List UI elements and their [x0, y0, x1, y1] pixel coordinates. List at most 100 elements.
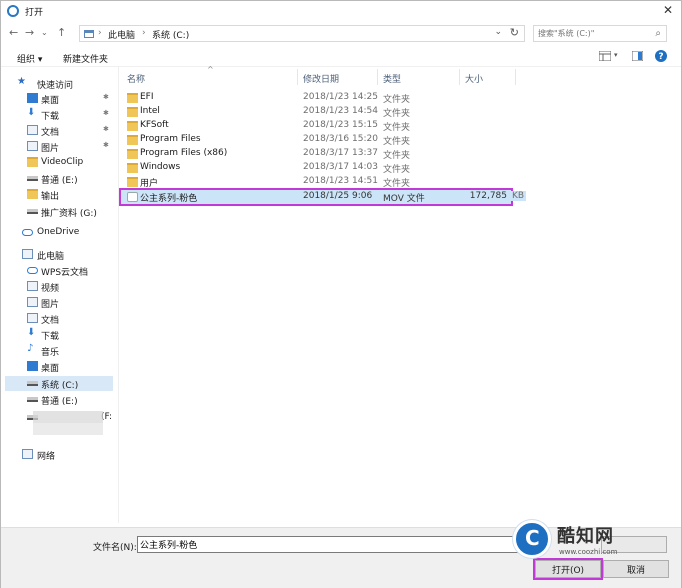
- breadcrumb-separator[interactable]: ›: [98, 28, 102, 38]
- column-header-size[interactable]: 大小: [465, 72, 483, 85]
- nav-label: 桌面: [41, 96, 60, 106]
- column-header-date[interactable]: 修改日期: [303, 72, 339, 85]
- column-separator[interactable]: [377, 69, 378, 85]
- nav-quick-access[interactable]: ★ 快速访问: [5, 76, 113, 91]
- watermark-url: www.coozhi.com: [559, 548, 618, 556]
- pin-icon[interactable]: ✱: [103, 125, 109, 133]
- folder-icon: [127, 107, 138, 117]
- filename-input[interactable]: [137, 536, 529, 553]
- filename-label: 文件名(N):: [93, 543, 137, 553]
- pictures-icon: [27, 297, 38, 307]
- file-name: Windows: [140, 162, 181, 172]
- table-row[interactable]: Windows 2018/3/17 14:03 文件夹: [121, 161, 511, 175]
- navigation-pane: ★ 快速访问 桌面 ✱ ⬇ 下载 ✱ 文档 ✱ 图片 ✱ VideoClip 普…: [5, 71, 113, 521]
- nav-network[interactable]: 网络: [5, 447, 113, 462]
- file-size-unit: KB: [510, 191, 527, 201]
- svg-text:?: ?: [658, 52, 663, 62]
- nav-wps-cloud[interactable]: WPS云文档: [5, 263, 113, 278]
- nav-drive-c[interactable]: 系统 (C:): [5, 376, 113, 391]
- file-type: 文件夹: [383, 179, 411, 189]
- nav-this-pc[interactable]: 此电脑: [5, 247, 113, 262]
- file-type: 文件夹: [383, 137, 411, 147]
- nav-downloads[interactable]: ⬇ 下载 ✱: [5, 107, 113, 122]
- open-file-dialog: 打开 ✕ ← → ⌄ ↑ › 此电脑 › 系统 (C:) ⌄ ↻ ⌕ 组织 ▾ …: [0, 0, 682, 588]
- nav-onedrive[interactable]: OneDrive: [5, 225, 113, 240]
- breadcrumb-drive-c[interactable]: 系统 (C:): [152, 28, 189, 41]
- column-header-name[interactable]: 名称: [127, 72, 145, 85]
- file-date: 2018/3/17 13:37: [303, 148, 378, 158]
- nav-drive-e[interactable]: 普通 (E:): [5, 171, 113, 186]
- nav-label: 下载: [41, 112, 60, 122]
- back-arrow-icon[interactable]: ←: [9, 26, 18, 39]
- table-row[interactable]: Program Files 2018/3/16 15:20 文件夹: [121, 133, 511, 147]
- video-file-icon: [127, 192, 138, 202]
- table-row[interactable]: KFSoft 2018/1/23 15:15 文件夹: [121, 119, 511, 133]
- music-icon: ♪: [27, 343, 34, 354]
- up-arrow-icon[interactable]: ↑: [57, 26, 66, 39]
- file-name: 公主系列-粉色: [140, 194, 198, 204]
- column-separator[interactable]: [297, 69, 298, 85]
- nav-label: 系统 (C:): [41, 381, 79, 391]
- search-box[interactable]: ⌕: [533, 25, 667, 42]
- search-icon[interactable]: ⌕: [655, 28, 661, 39]
- view-dropdown-icon[interactable]: ▾: [614, 51, 618, 59]
- forward-arrow-icon[interactable]: →: [25, 26, 34, 39]
- nav-pictures[interactable]: 图片 ✱: [5, 139, 113, 154]
- nav-documents[interactable]: 文档 ✱: [5, 123, 113, 138]
- file-name: Program Files (x86): [140, 148, 228, 158]
- close-icon[interactable]: ✕: [663, 3, 673, 17]
- search-input[interactable]: [538, 27, 646, 40]
- nav-output[interactable]: 输出: [5, 187, 113, 202]
- nav-pc-downloads[interactable]: ⬇ 下载: [5, 327, 113, 342]
- table-row[interactable]: Intel 2018/1/23 14:54 文件夹: [121, 105, 511, 119]
- nav-videos[interactable]: 视频: [5, 279, 113, 294]
- new-folder-button[interactable]: 新建文件夹: [63, 52, 108, 65]
- help-icon[interactable]: ?: [655, 50, 667, 62]
- nav-promo-drive[interactable]: 推广资料 (G:): [5, 204, 113, 219]
- nav-drive-e2[interactable]: 普通 (E:): [5, 392, 113, 407]
- nav-pc-desktop[interactable]: 桌面: [5, 359, 113, 374]
- column-separator[interactable]: [515, 69, 516, 85]
- folder-icon: [127, 163, 138, 173]
- desktop-icon: [27, 361, 38, 371]
- pin-icon[interactable]: ✱: [103, 141, 109, 149]
- file-name: KFSoft: [140, 120, 169, 130]
- nav-videoclip[interactable]: VideoClip: [5, 155, 113, 170]
- watermark-text: 酷知网: [557, 526, 614, 547]
- document-icon: [27, 313, 38, 323]
- recent-dropdown-icon[interactable]: ⌄: [41, 28, 48, 37]
- nav-label: 快速访问: [37, 81, 74, 91]
- pin-icon[interactable]: ✱: [103, 109, 109, 117]
- address-dropdown-icon[interactable]: ⌄: [494, 27, 502, 37]
- nav-label: OneDrive: [37, 227, 80, 237]
- nav-music[interactable]: ♪ 音乐: [5, 343, 113, 358]
- nav-label: 下载: [41, 332, 60, 342]
- address-bar[interactable]: › 此电脑 › 系统 (C:) ⌄ ↻: [79, 25, 525, 42]
- preview-pane-icon[interactable]: [632, 51, 643, 61]
- refresh-icon[interactable]: ↻: [510, 26, 519, 39]
- nav-pc-pictures[interactable]: 图片: [5, 295, 113, 310]
- nav-pc-documents[interactable]: 文档: [5, 311, 113, 326]
- breadcrumb-this-pc[interactable]: 此电脑: [108, 28, 135, 41]
- table-row[interactable]: 用户 2018/1/23 14:51 文件夹: [121, 175, 511, 189]
- pin-icon[interactable]: ✱: [103, 93, 109, 101]
- video-icon: [27, 281, 38, 291]
- nav-desktop[interactable]: 桌面 ✱: [5, 91, 113, 106]
- watermark: C 酷知网 www.coozhi.com: [509, 516, 659, 566]
- nav-label: VideoClip: [41, 157, 84, 167]
- nav-label: 图片: [41, 300, 60, 310]
- organize-button[interactable]: 组织 ▾: [17, 52, 42, 65]
- file-type: MOV 文件: [383, 194, 425, 204]
- view-options-icon[interactable]: [599, 51, 611, 61]
- nav-label: WPS云文档: [41, 268, 89, 278]
- pane-divider[interactable]: [118, 67, 119, 523]
- table-row[interactable]: Program Files (x86) 2018/3/17 13:37 文件夹: [121, 147, 511, 161]
- nav-label: 桌面: [41, 364, 60, 374]
- column-header-type[interactable]: 类型: [383, 72, 401, 85]
- breadcrumb-separator[interactable]: ›: [142, 28, 146, 38]
- table-row[interactable]: EFI 2018/1/23 14:25 文件夹: [121, 91, 511, 105]
- column-separator[interactable]: [459, 69, 460, 85]
- table-row-selected[interactable]: 公主系列-粉色 2018/1/25 9:06 MOV 文件 172,785 KB: [119, 188, 527, 206]
- file-type: 文件夹: [383, 95, 411, 105]
- address-row: ← → ⌄ ↑ › 此电脑 › 系统 (C:) ⌄ ↻ ⌕: [1, 23, 681, 45]
